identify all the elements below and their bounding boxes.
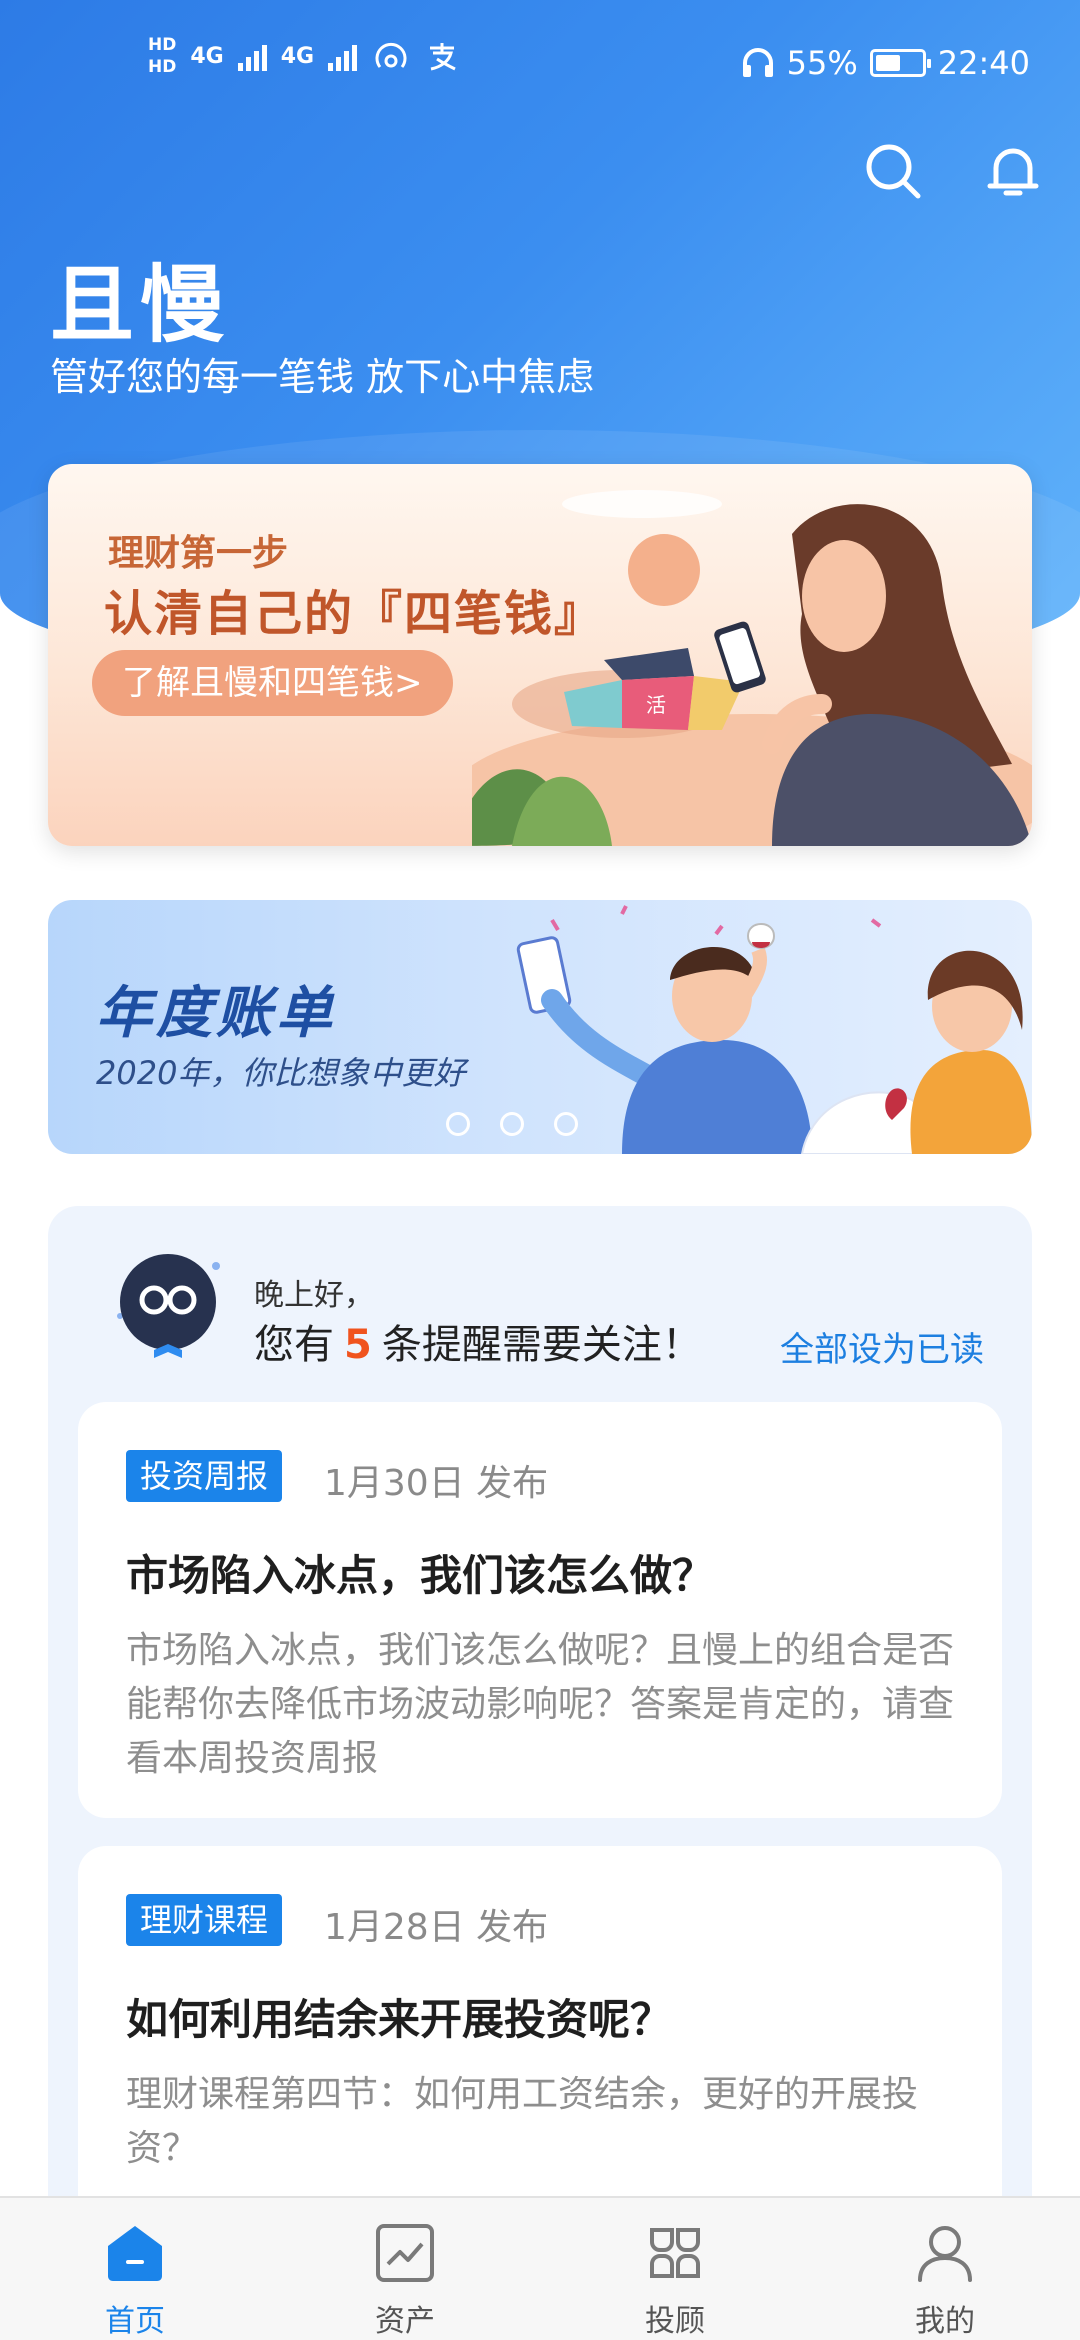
banner1-illustration: 活: [472, 490, 1032, 846]
card-date: 1月30日 发布: [324, 1463, 549, 1504]
hd2-label: HD: [148, 57, 177, 77]
hd1-label: HD: [148, 35, 177, 55]
banner2-subtitle: 2020年，你比想象中更好: [96, 1054, 466, 1092]
reminder-card[interactable]: 理财课程 1月28日 发布 如何利用结余来开展投资呢？ 理财课程第四节：如何用工…: [78, 1846, 1002, 2246]
greeting-text: 晚上好，: [254, 1278, 374, 1313]
card-tag: 理财课程: [126, 1894, 283, 1946]
battery-icon: [869, 49, 931, 77]
search-icon[interactable]: [862, 140, 924, 202]
reminder-prefix: 您有: [254, 1322, 334, 1368]
mascot-avatar: [117, 1254, 220, 1358]
bottom-tab-bar: 首页 资产 投顾 我的: [0, 2196, 1080, 2340]
battery-percent: 55%: [786, 44, 858, 82]
pie-label: 活: [646, 693, 666, 717]
hd-indicator: HD HD: [148, 34, 176, 78]
four-money-banner[interactable]: 理财第一步 认清自己的『四笔钱』 了解且慢和四笔钱> 活: [48, 464, 1032, 846]
net2-label: 4G: [280, 43, 315, 69]
profile-icon: [918, 2226, 972, 2282]
reminder-panel: 晚上好， 您有 5 条提醒需要关注！ 全部设为已读 投资周报 1月30日 发布 市场…: [48, 1206, 1032, 2246]
alipay-icon: [430, 43, 456, 71]
tab-assets-label: 资产: [375, 2304, 435, 2339]
tab-profile[interactable]: 我的: [810, 2198, 1080, 2340]
status-left: HD HD 4G 4G: [148, 34, 459, 78]
app-subtitle: 管好您的每一笔钱 放下心中焦虑: [50, 355, 595, 399]
reminder-count-text: 您有 5 条提醒需要关注！: [254, 1312, 702, 1370]
assets-chart-icon: [376, 2224, 434, 2282]
hotspot-icon: [375, 42, 407, 68]
signal-2-icon: [328, 41, 358, 71]
tab-home-label: 首页: [105, 2304, 165, 2339]
banner2-illustration: [516, 905, 1032, 1154]
card-body: 理财课程第四节：如何用工资结余，更好的开展投资？: [126, 2074, 919, 2169]
home-icon: [108, 2226, 162, 2281]
status-right: 55% 22:40: [741, 44, 1030, 82]
advisor-grid-icon: [650, 2228, 700, 2278]
annual-bill-banner[interactable]: 年度账单 2020年，你比想象中更好: [48, 900, 1032, 1154]
banner1-kicker: 理财第一步: [108, 533, 289, 574]
net1-label: 4G: [190, 43, 224, 69]
tab-home[interactable]: 首页: [0, 2198, 270, 2340]
reminder-count: 5: [344, 1322, 372, 1368]
status-bar: HD HD 4G 4G 55% 22:40: [0, 0, 1080, 130]
learn-more-button[interactable]: 了解且慢和四笔钱>: [92, 650, 453, 716]
tab-advisor[interactable]: 投顾: [540, 2198, 810, 2340]
reminder-card[interactable]: 投资周报 1月30日 发布 市场陷入冰点，我们该怎么做？ 市场陷入冰点，我们该怎…: [78, 1402, 1002, 1818]
header-actions: [862, 140, 1044, 202]
card-title: 市场陷入冰点，我们该怎么做？: [126, 1551, 715, 1600]
app-title: 且慢: [50, 255, 231, 354]
card-date: 1月28日 发布: [324, 1907, 549, 1948]
signal-1-icon: [237, 41, 267, 71]
reminder-suffix: 条提醒需要关注！: [381, 1322, 702, 1368]
tab-advisor-label: 投顾: [645, 2304, 705, 2339]
carousel-dot[interactable]: [446, 1112, 470, 1136]
bell-icon[interactable]: [982, 140, 1044, 202]
tab-assets[interactable]: 资产: [270, 2198, 540, 2340]
headphones-icon: [742, 48, 773, 77]
banner2-title: 年度账单: [96, 981, 336, 1046]
clock: 22:40: [937, 44, 1030, 82]
tab-profile-label: 我的: [915, 2304, 975, 2339]
mark-all-read-link[interactable]: 全部设为已读: [780, 1322, 984, 1371]
card-tag: 投资周报: [126, 1450, 283, 1502]
card-title: 如何利用结余来开展投资呢？: [126, 1995, 673, 2044]
card-body: 市场陷入冰点，我们该怎么做呢？且慢上的组合是否能帮你去降低市场波动影响呢？答案是…: [126, 1630, 955, 1779]
